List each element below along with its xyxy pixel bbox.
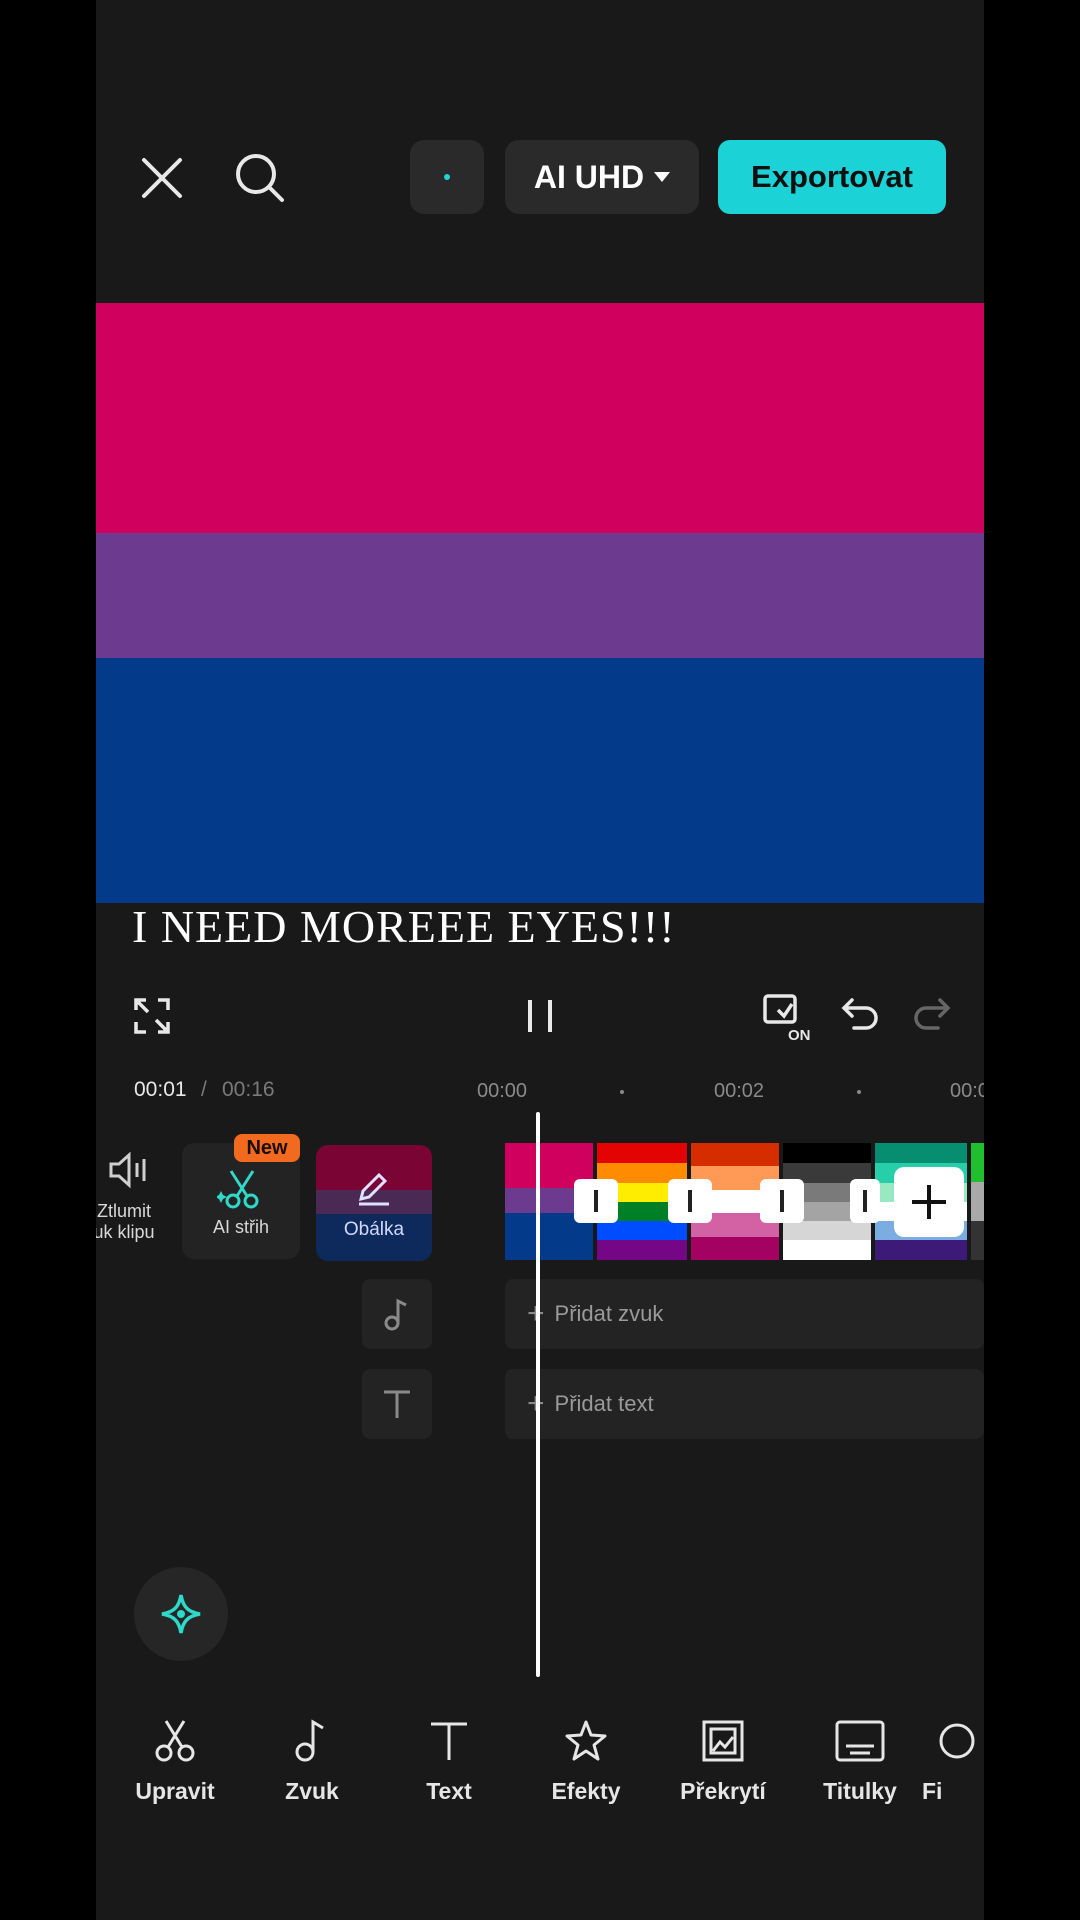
fullscreen-icon	[134, 998, 170, 1034]
new-badge: New	[234, 1134, 300, 1162]
add-audio-label: Přidat zvuk	[554, 1301, 664, 1326]
star-icon	[565, 1720, 607, 1761]
music-note-icon	[384, 1298, 407, 1331]
toolbar-filters[interactable]: Fi	[906, 1718, 984, 1805]
overlay-icon	[702, 1720, 744, 1762]
transition-button[interactable]	[850, 1179, 880, 1223]
scissors-icon	[155, 1720, 195, 1762]
text-track-button[interactable]	[362, 1369, 432, 1439]
toolbar-label: Upravit	[135, 1778, 215, 1804]
quality-label: AI UHD	[533, 158, 645, 195]
toolbar-label: Překrytí	[680, 1778, 766, 1804]
redo-button[interactable]	[912, 996, 956, 1040]
fullscreen-button[interactable]	[132, 996, 176, 1040]
search-icon	[236, 154, 284, 202]
toolbar-audio[interactable]: Zvuk	[247, 1718, 377, 1805]
ai-assistant-button[interactable]	[134, 1567, 228, 1661]
close-icon	[142, 158, 182, 198]
chevron-down-icon	[654, 172, 671, 182]
svg-text:ON: ON	[788, 1027, 811, 1044]
preview-caption[interactable]: I NEED MOREEE EYES!!!	[132, 900, 676, 953]
plus-icon	[912, 1185, 946, 1219]
captions-icon	[835, 1720, 885, 1762]
editor-screen: AI UHD Exportovat I NEED MOREEE EYES!!! …	[96, 0, 984, 1920]
close-button[interactable]	[140, 156, 184, 200]
video-preview[interactable]	[96, 303, 984, 903]
toolbar-label: Fi	[922, 1778, 943, 1804]
tick-dot	[620, 1090, 624, 1094]
cover-button[interactable]: Obálka	[316, 1145, 432, 1261]
dot-icon	[444, 174, 450, 180]
toolbar-overlay[interactable]: Překrytí	[658, 1718, 788, 1805]
pause-button[interactable]	[520, 996, 564, 1040]
transition-button[interactable]	[574, 1179, 618, 1223]
pause-icon	[528, 1000, 552, 1032]
tick-label: 00:00	[477, 1080, 528, 1102]
toolbar-effects[interactable]: Efekty	[521, 1718, 651, 1805]
undo-icon	[841, 998, 878, 1030]
cover-label: Obálka	[343, 1219, 405, 1240]
sync-on-icon: ON	[763, 994, 811, 1044]
tick-label: 00:0	[950, 1080, 984, 1102]
transition-button[interactable]	[668, 1179, 712, 1223]
auto-sync-toggle[interactable]: ON	[762, 992, 816, 1044]
current-time: 00:01	[134, 1078, 187, 1101]
playhead[interactable]	[536, 1112, 540, 1677]
toolbar-label: Text	[426, 1778, 472, 1804]
toolbar-label: Zvuk	[285, 1778, 339, 1804]
text-icon	[384, 1390, 410, 1418]
toolbar-label: Efekty	[551, 1778, 621, 1804]
mute-clip-audio-button[interactable]: Ztlumit uk klipu	[96, 1150, 162, 1260]
mute-label: Ztlumit uk klipu	[96, 1201, 155, 1242]
clip-partial[interactable]	[971, 1143, 984, 1260]
transition-button[interactable]	[760, 1179, 804, 1223]
toolbar-text[interactable]: Text	[384, 1718, 514, 1805]
export-button[interactable]: Exportovat	[718, 140, 946, 214]
ai-cut-button[interactable]: New AI střih	[182, 1134, 300, 1259]
flag-stripe-pink	[96, 303, 984, 533]
ai-scissors-icon	[217, 1170, 259, 1209]
ai-sparkle-icon	[161, 1594, 201, 1634]
total-time: 00:16	[222, 1078, 275, 1101]
flag-stripe-purple	[96, 533, 984, 658]
ai-cut-label: AI střih	[212, 1217, 269, 1237]
quality-dropdown[interactable]: AI UHD	[505, 140, 699, 214]
text-icon	[431, 1722, 467, 1760]
flag-stripe-blue	[96, 658, 984, 903]
settings-dot-button[interactable]	[410, 140, 484, 214]
time-separator: /	[201, 1078, 207, 1101]
add-audio-row[interactable]: + Přidat zvuk	[505, 1279, 984, 1349]
speaker-icon	[109, 1151, 146, 1189]
add-text-label: Přidat text	[554, 1391, 654, 1416]
add-clip-button[interactable]	[894, 1167, 964, 1237]
edit-pencil-icon	[358, 1172, 389, 1206]
search-button[interactable]	[234, 152, 286, 204]
filter-icon	[939, 1723, 975, 1759]
toolbar-edit[interactable]: Upravit	[110, 1718, 240, 1805]
redo-icon	[914, 998, 951, 1030]
tick-label: 00:02	[714, 1080, 765, 1102]
audio-track-button[interactable]	[362, 1279, 432, 1349]
add-text-row[interactable]: + Přidat text	[505, 1369, 984, 1439]
undo-button[interactable]	[840, 996, 884, 1040]
tick-dot	[857, 1090, 861, 1094]
music-note-icon	[295, 1719, 324, 1762]
